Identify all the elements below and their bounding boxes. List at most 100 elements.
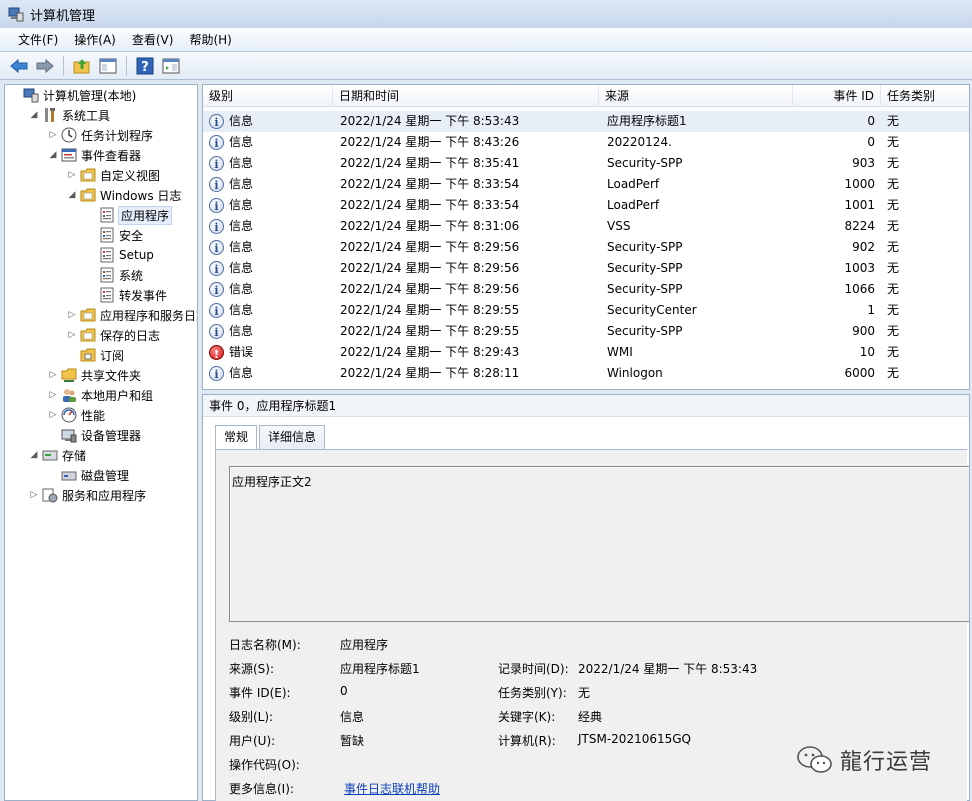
menu-action[interactable]: 操作(A): [68, 31, 122, 48]
column-header-event-id[interactable]: 事件 ID: [793, 85, 881, 107]
event-level: 信息: [229, 135, 254, 149]
up-folder-icon[interactable]: [71, 55, 93, 77]
tree-item[interactable]: Setup: [85, 245, 154, 265]
tree-item[interactable]: ◢ 存储: [28, 445, 86, 465]
event-datetime: 2022/1/24 星期一 下午 8:29:56: [340, 261, 520, 275]
event-row[interactable]: 信息 2022/1/24 星期一 下午 8:29:56 Security-SPP 10…: [203, 258, 969, 280]
event-level: 信息: [229, 366, 254, 380]
computer-value: JTSM-20210615GQ: [578, 732, 691, 746]
event-row[interactable]: 信息 2022/1/24 星期一 下午 8:29:56 Security-SPP 10…: [203, 279, 969, 301]
forward-arrow-icon[interactable]: [34, 55, 56, 77]
opcode-label: 操作代码(O):: [229, 758, 300, 772]
tree-item[interactable]: ◢ 事件查看器: [47, 145, 141, 165]
log-icon: [99, 247, 115, 263]
navigation-tree: 计算机管理(本地) ◢ 系统工具 ▷ 任务计划程序 ◢ 事件查看器 ▷ 自定义视图 ◢ Window…: [4, 84, 198, 801]
event-id: 1003: [844, 261, 875, 275]
tree-item[interactable]: 系统: [85, 265, 143, 285]
collapsed-arrow-icon[interactable]: ▷: [28, 490, 40, 500]
event-row[interactable]: 信息 2022/1/24 星期一 下午 8:33:54 LoadPerf 1000 无: [203, 174, 969, 196]
event-datetime: 2022/1/24 星期一 下午 8:35:41: [340, 156, 520, 170]
expanded-arrow-icon[interactable]: ◢: [28, 110, 40, 120]
tree-item[interactable]: 应用程序: [85, 205, 173, 225]
tree-item[interactable]: ◢ 系统工具: [28, 105, 110, 125]
tree-item-label: 系统: [119, 268, 144, 283]
event-row[interactable]: 信息 2022/1/24 星期一 下午 8:29:55 SecurityCenter…: [203, 300, 969, 322]
tree-item[interactable]: ▷ 共享文件夹: [47, 365, 141, 385]
event-description[interactable]: 应用程序正文2: [229, 466, 969, 622]
event-row[interactable]: 信息 2022/1/24 星期一 下午 8:35:41 Security-SPP 90…: [203, 153, 969, 175]
event-id: 902: [852, 240, 875, 254]
expanded-arrow-icon[interactable]: ◢: [66, 190, 78, 200]
tree-item[interactable]: ▷ 任务计划程序: [47, 125, 153, 145]
tree-item[interactable]: 磁盘管理: [47, 465, 129, 485]
event-row[interactable]: 信息 2022/1/24 星期一 下午 8:53:43 应用程序标题1 0无: [203, 111, 969, 133]
action-pane-icon[interactable]: [160, 55, 182, 77]
wechat-icon: [797, 746, 832, 773]
event-row[interactable]: 信息 2022/1/24 星期一 下午 8:43:26 20220124. 0无: [203, 132, 969, 154]
level-label: 级别(L):: [229, 710, 274, 724]
column-header-task-category[interactable]: 任务类别: [881, 85, 969, 107]
event-log-online-help-link[interactable]: 事件日志联机帮助: [344, 780, 440, 797]
event-row[interactable]: 信息 2022/1/24 星期一 下午 8:29:55 Security-SPP 90…: [203, 321, 969, 343]
more-info-label: 更多信息(I):: [229, 782, 294, 796]
menu-bar: 文件(F) 操作(A) 查看(V) 帮助(H): [0, 28, 972, 52]
tree-item[interactable]: ▷ 服务和应用程序: [28, 485, 146, 505]
event-id: 6000: [844, 366, 875, 380]
toolbar-separator: [126, 55, 127, 76]
computer-management-icon: [8, 7, 24, 22]
event-row[interactable]: 信息 2022/1/24 星期一 下午 8:28:11 Winlogon 6000 无: [203, 363, 969, 385]
event-row[interactable]: 信息 2022/1/24 星期一 下午 8:31:06 VSS 8224 无: [203, 216, 969, 238]
collapsed-arrow-icon[interactable]: ▷: [66, 170, 78, 180]
info-icon: [209, 280, 224, 301]
collapsed-arrow-icon[interactable]: ▷: [47, 130, 59, 140]
tree-item[interactable]: ▷ 性能: [47, 405, 105, 425]
tree-item[interactable]: 安全: [85, 225, 143, 245]
menu-view[interactable]: 查看(V): [126, 31, 180, 48]
collapsed-arrow-icon[interactable]: ▷: [66, 310, 78, 320]
expanded-arrow-icon[interactable]: ◢: [47, 150, 59, 160]
tab-general[interactable]: 常规: [215, 425, 258, 450]
event-id: 900: [852, 324, 875, 338]
menu-help[interactable]: 帮助(H): [183, 31, 237, 48]
event-level: 信息: [229, 240, 254, 254]
info-icon: [209, 175, 224, 196]
tree-item[interactable]: ▷ 本地用户和组: [47, 385, 153, 405]
tab-details[interactable]: 详细信息: [259, 425, 326, 449]
event-id: 0: [867, 114, 875, 128]
collapsed-arrow-icon[interactable]: ▷: [47, 390, 59, 400]
computer-management-icon: [23, 87, 39, 103]
folder-icon: [80, 307, 96, 323]
tree-item[interactable]: 计算机管理(本地): [9, 85, 136, 105]
expanded-arrow-icon[interactable]: ◢: [28, 450, 40, 460]
tree-item[interactable]: 转发事件: [85, 285, 167, 305]
tree-item[interactable]: ▷ 应用程序和服务日志: [66, 305, 197, 325]
column-header-datetime[interactable]: 日期和时间: [333, 85, 599, 107]
log-icon: [99, 287, 115, 303]
info-icon: [209, 301, 224, 322]
event-datetime: 2022/1/24 星期一 下午 8:29:55: [340, 324, 520, 338]
tree-item[interactable]: 订阅: [66, 345, 124, 365]
tree-item[interactable]: 设备管理器: [47, 425, 141, 445]
tree-item[interactable]: ▷ 保存的日志: [66, 325, 160, 345]
tree-item[interactable]: ▷ 自定义视图: [66, 165, 160, 185]
event-task-category: 无: [887, 156, 900, 170]
collapsed-arrow-icon[interactable]: ▷: [47, 370, 59, 380]
collapsed-arrow-icon[interactable]: ▷: [66, 330, 78, 340]
event-source: 20220124.: [607, 135, 672, 149]
tree-item[interactable]: ◢ Windows 日志: [66, 185, 181, 205]
help-icon[interactable]: ?: [134, 55, 156, 77]
tree-item-label: 订阅: [100, 348, 125, 363]
folder-icon: [80, 167, 96, 183]
column-header-source[interactable]: 来源: [599, 85, 793, 107]
toolbar-separator: [63, 55, 64, 76]
show-hide-tree-icon[interactable]: [97, 55, 119, 77]
menu-file[interactable]: 文件(F): [12, 31, 64, 48]
collapsed-arrow-icon[interactable]: ▷: [47, 410, 59, 420]
column-header-level[interactable]: 级别: [203, 85, 333, 107]
back-arrow-icon[interactable]: [8, 55, 30, 77]
source-value: 应用程序标题1: [340, 662, 420, 676]
event-row[interactable]: 错误 2022/1/24 星期一 下午 8:29:43 WMI 10 无: [203, 342, 969, 365]
event-row[interactable]: 信息 2022/1/24 星期一 下午 8:33:54 LoadPerf 1001 无: [203, 195, 969, 217]
event-row[interactable]: 信息 2022/1/24 星期一 下午 8:29:56 Security-SPP 90…: [203, 237, 969, 259]
event-datetime: 2022/1/24 星期一 下午 8:43:26: [340, 135, 520, 149]
